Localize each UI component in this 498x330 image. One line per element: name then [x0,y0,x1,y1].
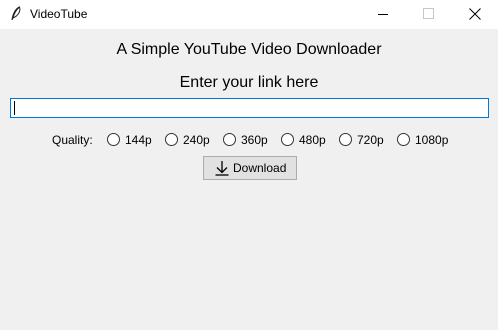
feather-icon [11,6,21,21]
radio-label[interactable]: 1080p [415,133,448,147]
radio-circle[interactable] [223,133,236,146]
close-button[interactable] [452,0,498,29]
close-icon [469,8,481,20]
minimize-icon [378,14,388,15]
radio-circle[interactable] [281,133,294,146]
radio-label[interactable]: 144p [125,133,152,147]
radio-circle[interactable] [165,133,178,146]
radio-circle[interactable] [339,133,352,146]
radio-label[interactable]: 720p [357,133,384,147]
radio-label[interactable]: 480p [299,133,326,147]
link-prompt: Enter your link here [179,74,319,91]
title-bar: VideoTube [0,0,498,29]
minimize-button[interactable] [360,0,406,29]
app-heading: A Simple YouTube Video Downloader [116,41,382,58]
maximize-button[interactable] [406,0,452,29]
maximize-icon [423,8,434,19]
radio-label[interactable]: 360p [241,133,268,147]
url-input[interactable] [10,98,489,118]
text-caret [14,101,15,115]
window-title: VideoTube [30,7,88,21]
download-button[interactable]: Download [203,156,297,180]
radio-label[interactable]: 240p [183,133,210,147]
radio-circle[interactable] [107,133,120,146]
radio-circle[interactable] [397,133,410,146]
download-label[interactable]: Download [233,161,286,175]
download-icon [215,161,229,176]
quality-label: Quality: [52,133,93,147]
